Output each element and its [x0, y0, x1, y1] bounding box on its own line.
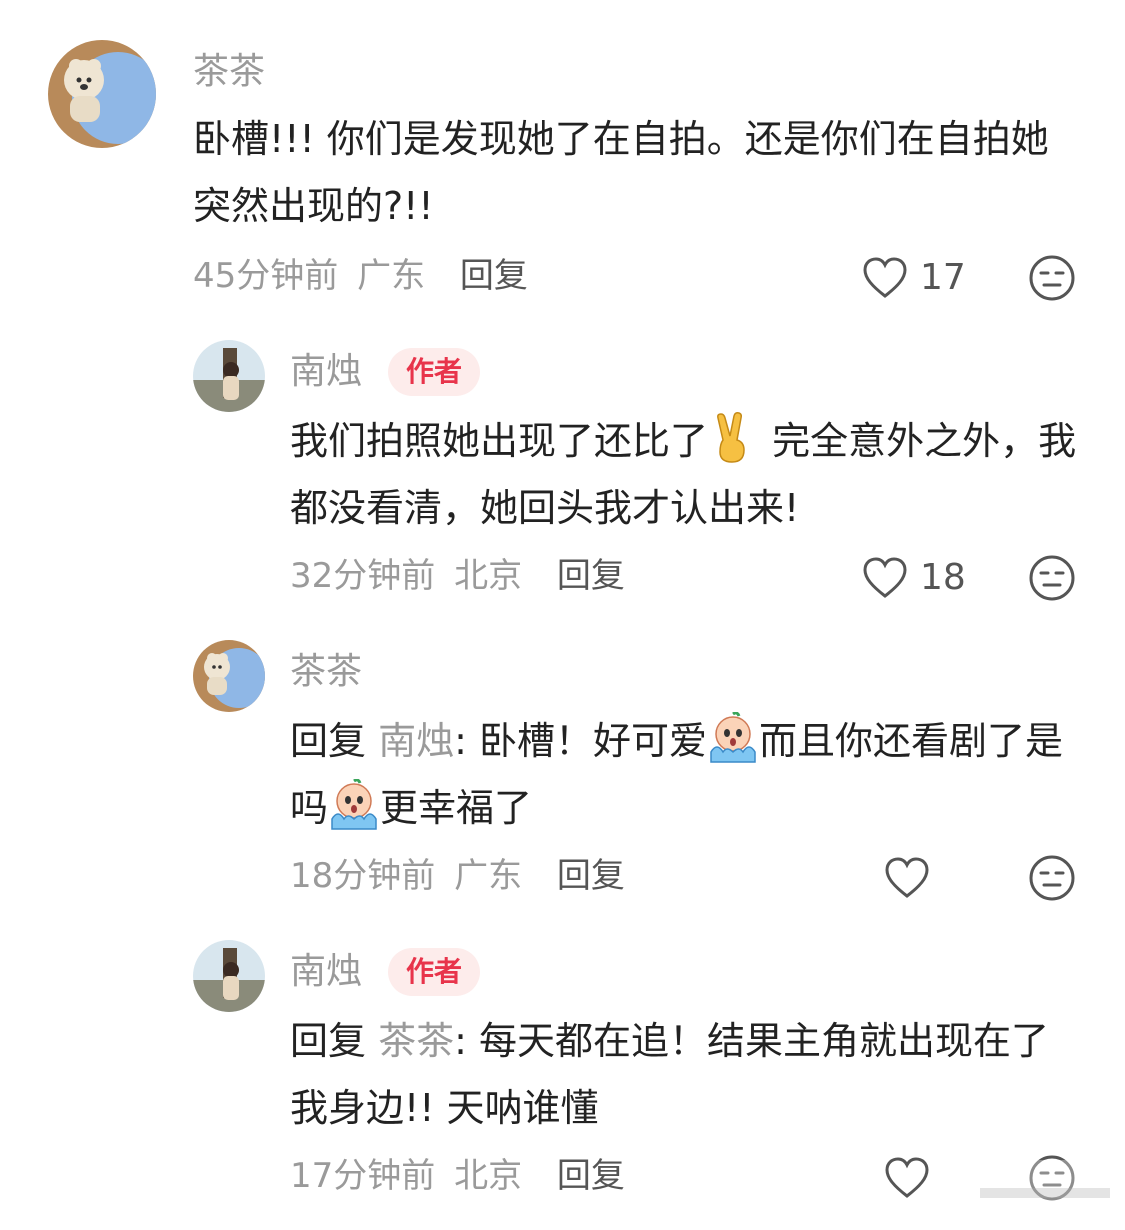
avatar-image: [48, 40, 156, 148]
reply-prefix: 回复: [290, 1019, 367, 1063]
neutral-face-icon: [1029, 855, 1075, 901]
comment-location: 广东: [357, 256, 426, 296]
comment-meta: 18分钟前 广东 回复: [290, 854, 625, 898]
reply-target[interactable]: 茶茶: [378, 1019, 454, 1063]
commenter-name[interactable]: 茶茶: [193, 50, 265, 94]
reply-button[interactable]: 回复: [557, 556, 625, 596]
comment-1: 茶茶 卧槽!!! 你们是发现她了在自拍。还是你们在自拍她突然出现的?!! 45分…: [0, 0, 1125, 320]
neutral-face-icon: [1029, 255, 1075, 301]
commenter-name[interactable]: 茶茶: [290, 650, 362, 694]
comment-meta: 45分钟前 广东 回复: [193, 254, 528, 298]
author-badge: 作者: [388, 348, 481, 396]
comment-time: 17分钟前: [290, 1156, 436, 1196]
commenter-name[interactable]: 南烛: [290, 350, 362, 394]
comment-text: 我们拍照她出现了还比了 完全意外之外，我都没看清，她回头我才认出来!: [290, 408, 1080, 542]
comment-text-body: 卧槽!!! 你们是发现她了在自拍。还是你们在自拍她突然出现的?!!: [193, 117, 1049, 228]
comment-text: 回复 南烛: 卧槽！好可爱 而且你还看剧了是吗 更幸福了: [290, 708, 1080, 842]
comment-text-a: : 卧槽！好可爱: [454, 719, 708, 763]
dislike-button[interactable]: [1028, 554, 1076, 602]
neutral-face-icon: [1029, 555, 1075, 601]
watermark-overlay: [940, 1160, 1125, 1226]
comment-location: 北京: [454, 556, 523, 596]
comment-text: 回复 茶茶: 每天都在追！结果主角就出现在了我身边!! 天呐谁懂: [290, 1008, 1080, 1142]
comment-location: 广东: [454, 856, 523, 896]
heart-outline-icon: [863, 557, 907, 598]
avatar[interactable]: [48, 40, 156, 148]
comment-2: 南烛 作者 我们拍照她出现了还比了 完全意外之外，我都没看清，她回头我才认出来!…: [0, 320, 1125, 620]
avatar[interactable]: [193, 640, 265, 712]
author-badge: 作者: [388, 948, 481, 996]
victory-hand-icon: [708, 412, 760, 464]
comment-meta: 32分钟前 北京 回复: [290, 554, 625, 598]
comment-location: 北京: [454, 1156, 523, 1196]
comment-text-c: 更幸福了: [380, 786, 533, 830]
dislike-button[interactable]: [1028, 854, 1076, 902]
like-count: 17: [920, 257, 966, 298]
heart-outline-icon: [885, 1157, 929, 1198]
reply-button[interactable]: 回复: [557, 1156, 625, 1196]
avatar-image: [193, 940, 265, 1012]
like-button[interactable]: 17: [862, 254, 966, 302]
heart-outline-icon: [863, 257, 907, 298]
reply-button[interactable]: 回复: [460, 256, 528, 296]
comment-time: 18分钟前: [290, 856, 436, 896]
heart-outline-icon: [885, 857, 929, 898]
avatar[interactable]: [193, 340, 265, 412]
avatar[interactable]: [193, 940, 265, 1012]
comment-meta: 17分钟前 北京 回复: [290, 1154, 625, 1198]
reply-prefix: 回复: [290, 719, 367, 763]
dislike-button[interactable]: [1028, 254, 1076, 302]
comment-text: 卧槽!!! 你们是发现她了在自拍。还是你们在自拍她突然出现的?!!: [193, 106, 1083, 240]
like-button[interactable]: [884, 854, 942, 902]
avatar-image: [193, 340, 265, 412]
crying-face-icon: [328, 779, 380, 831]
commenter-name[interactable]: 南烛: [290, 950, 362, 994]
reply-target[interactable]: 南烛: [378, 719, 454, 763]
like-button[interactable]: 18: [862, 554, 966, 602]
comment-time: 45分钟前: [193, 256, 339, 296]
reply-button[interactable]: 回复: [557, 856, 625, 896]
crying-face-icon: [707, 712, 759, 764]
comment-text-before: 我们拍照她出现了还比了: [290, 419, 709, 463]
like-count: 18: [920, 557, 966, 598]
comment-time: 32分钟前: [290, 556, 436, 596]
like-button[interactable]: [884, 1154, 942, 1202]
avatar-image: [193, 640, 265, 712]
comment-3: 茶茶 回复 南烛: 卧槽！好可爱 而且你还看剧了是吗 更幸福了 18分钟前 广东 回…: [0, 620, 1125, 920]
